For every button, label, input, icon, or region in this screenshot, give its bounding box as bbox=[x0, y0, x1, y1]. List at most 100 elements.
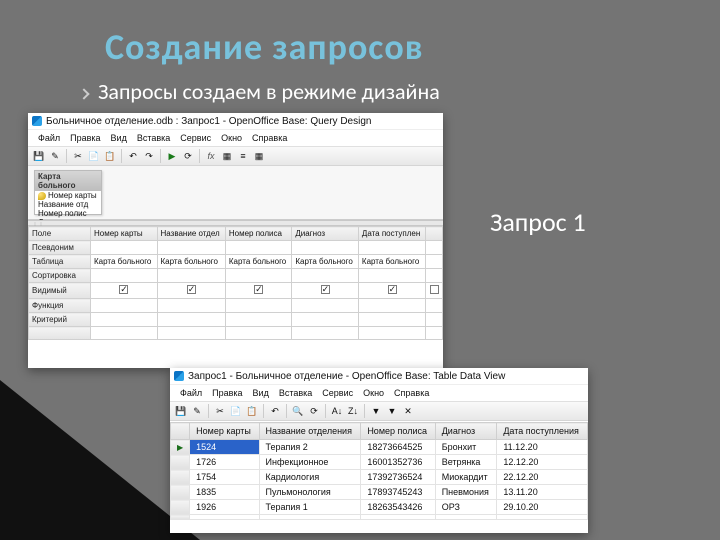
cell[interactable] bbox=[435, 515, 497, 520]
run-query-icon[interactable]: ▶ bbox=[165, 149, 179, 163]
cell[interactable]: Бронхит bbox=[435, 440, 497, 455]
design-cell[interactable]: Карта больного bbox=[225, 255, 292, 269]
design-cell[interactable] bbox=[91, 299, 158, 313]
visible-checkbox[interactable] bbox=[225, 283, 292, 299]
cell[interactable]: Кардиология bbox=[259, 470, 361, 485]
design-cell[interactable] bbox=[358, 313, 426, 327]
visible-checkbox[interactable] bbox=[358, 283, 426, 299]
table-row[interactable]: 1754 Кардиология 17392736524 Миокардит 2… bbox=[171, 470, 588, 485]
design-cell[interactable] bbox=[426, 227, 443, 241]
cell[interactable]: 29.10.20 bbox=[497, 500, 588, 515]
cell[interactable]: 18263543426 bbox=[361, 500, 435, 515]
cell[interactable]: 16001352736 bbox=[361, 455, 435, 470]
design-cell[interactable] bbox=[292, 241, 359, 255]
design-cell[interactable] bbox=[91, 269, 158, 283]
design-cell[interactable] bbox=[157, 299, 225, 313]
cut-icon[interactable]: ✂ bbox=[71, 149, 85, 163]
col-header[interactable]: Название отделения bbox=[259, 423, 361, 440]
save-icon[interactable]: 💾 bbox=[32, 149, 46, 163]
paste-icon[interactable]: 📋 bbox=[245, 404, 259, 418]
design-cell[interactable] bbox=[157, 327, 225, 340]
undo-icon[interactable]: ↶ bbox=[268, 404, 282, 418]
query-design-grid[interactable]: Поле Номер карты Название отдел Номер по… bbox=[28, 226, 443, 340]
design-cell[interactable] bbox=[426, 327, 443, 340]
table-row[interactable]: ▶ 1524 Терапия 2 18273664525 Бронхит 11.… bbox=[171, 440, 588, 455]
redo-icon[interactable]: ↷ bbox=[142, 149, 156, 163]
col-header[interactable]: Номер полиса bbox=[361, 423, 435, 440]
copy-icon[interactable]: 📄 bbox=[229, 404, 243, 418]
sort-asc-icon[interactable]: A↓ bbox=[330, 404, 344, 418]
visible-checkbox[interactable] bbox=[292, 283, 359, 299]
titlebar[interactable]: Больничное отделение.odb : Запрос1 - Ope… bbox=[28, 113, 443, 129]
cell[interactable]: 1726 bbox=[190, 455, 259, 470]
col-header[interactable]: Номер карты bbox=[190, 423, 259, 440]
menu-help[interactable]: Справка bbox=[390, 387, 433, 399]
design-cell[interactable] bbox=[358, 241, 426, 255]
refresh-icon[interactable]: ⟳ bbox=[181, 149, 195, 163]
paste-icon[interactable]: 📋 bbox=[103, 149, 117, 163]
titlebar[interactable]: Запрос1 - Больничное отделение - OpenOff… bbox=[170, 368, 588, 384]
table-row[interactable]: 1726 Инфекционное 16001352736 Ветрянка 1… bbox=[171, 455, 588, 470]
cell[interactable]: 11.12.20 bbox=[497, 440, 588, 455]
cell[interactable]: 12.12.20 bbox=[497, 455, 588, 470]
design-cell[interactable]: Диагноз bbox=[292, 227, 359, 241]
menubar[interactable]: Файл Правка Вид Вставка Сервис Окно Спра… bbox=[28, 129, 443, 146]
menu-window[interactable]: Окно bbox=[359, 387, 388, 399]
cell[interactable]: 1926 bbox=[190, 500, 259, 515]
edit-icon[interactable]: ✎ bbox=[48, 149, 62, 163]
design-cell[interactable]: Дата поступлен bbox=[358, 227, 426, 241]
cell[interactable] bbox=[361, 515, 435, 520]
save-icon[interactable]: 💾 bbox=[174, 404, 188, 418]
menu-insert[interactable]: Вставка bbox=[133, 132, 174, 144]
design-cell[interactable] bbox=[225, 241, 292, 255]
cell[interactable]: Терапия 2 bbox=[259, 440, 361, 455]
cell[interactable] bbox=[497, 515, 588, 520]
design-cell[interactable]: Номер полиса bbox=[225, 227, 292, 241]
copy-icon[interactable]: 📄 bbox=[87, 149, 101, 163]
cell[interactable]: 17392736524 bbox=[361, 470, 435, 485]
design-cell[interactable] bbox=[91, 241, 158, 255]
design-cell[interactable] bbox=[157, 313, 225, 327]
col-header[interactable]: Диагноз bbox=[435, 423, 497, 440]
design-cell[interactable]: Карта больного bbox=[157, 255, 225, 269]
field[interactable]: Номер полис bbox=[35, 209, 101, 218]
design-cell[interactable] bbox=[426, 269, 443, 283]
design-cell[interactable] bbox=[292, 299, 359, 313]
find-icon[interactable]: 🔍 bbox=[291, 404, 305, 418]
filter-icon[interactable]: ▼ bbox=[369, 404, 383, 418]
menu-help[interactable]: Справка bbox=[248, 132, 291, 144]
design-cell[interactable] bbox=[225, 313, 292, 327]
table-view-icon[interactable]: ▦ bbox=[252, 149, 266, 163]
design-cell[interactable] bbox=[225, 299, 292, 313]
visible-checkbox[interactable] bbox=[91, 283, 158, 299]
design-cell[interactable] bbox=[292, 327, 359, 340]
design-cell[interactable]: Номер карты bbox=[91, 227, 158, 241]
design-cell[interactable]: Карта больного bbox=[91, 255, 158, 269]
visible-checkbox[interactable] bbox=[157, 283, 225, 299]
menu-view[interactable]: Вид bbox=[107, 132, 131, 144]
menu-insert[interactable]: Вставка bbox=[275, 387, 316, 399]
cell[interactable]: 1524 bbox=[190, 440, 259, 455]
sort-desc-icon[interactable]: Z↓ bbox=[346, 404, 360, 418]
col-header[interactable]: Дата поступления bbox=[497, 423, 588, 440]
cut-icon[interactable]: ✂ bbox=[213, 404, 227, 418]
cell[interactable] bbox=[190, 515, 259, 520]
cell[interactable]: Инфекционное bbox=[259, 455, 361, 470]
cell[interactable]: 17893745243 bbox=[361, 485, 435, 500]
cell[interactable] bbox=[259, 515, 361, 520]
function-icon[interactable]: fx bbox=[204, 149, 218, 163]
menu-file[interactable]: Файл bbox=[34, 132, 64, 144]
sql-view-icon[interactable]: ≡ bbox=[236, 149, 250, 163]
cell[interactable]: Миокардит bbox=[435, 470, 497, 485]
cell[interactable]: Ветрянка bbox=[435, 455, 497, 470]
cell[interactable]: Пневмония bbox=[435, 485, 497, 500]
cell[interactable]: 13.11.20 bbox=[497, 485, 588, 500]
field[interactable]: Номер карты bbox=[35, 191, 101, 200]
menu-window[interactable]: Окно bbox=[217, 132, 246, 144]
table-row-empty[interactable] bbox=[171, 515, 588, 520]
design-cell[interactable] bbox=[292, 313, 359, 327]
design-cell[interactable]: Название отдел bbox=[157, 227, 225, 241]
result-grid[interactable]: Номер карты Название отделения Номер пол… bbox=[170, 422, 588, 520]
remove-filter-icon[interactable]: ✕ bbox=[401, 404, 415, 418]
design-cell[interactable] bbox=[426, 255, 443, 269]
